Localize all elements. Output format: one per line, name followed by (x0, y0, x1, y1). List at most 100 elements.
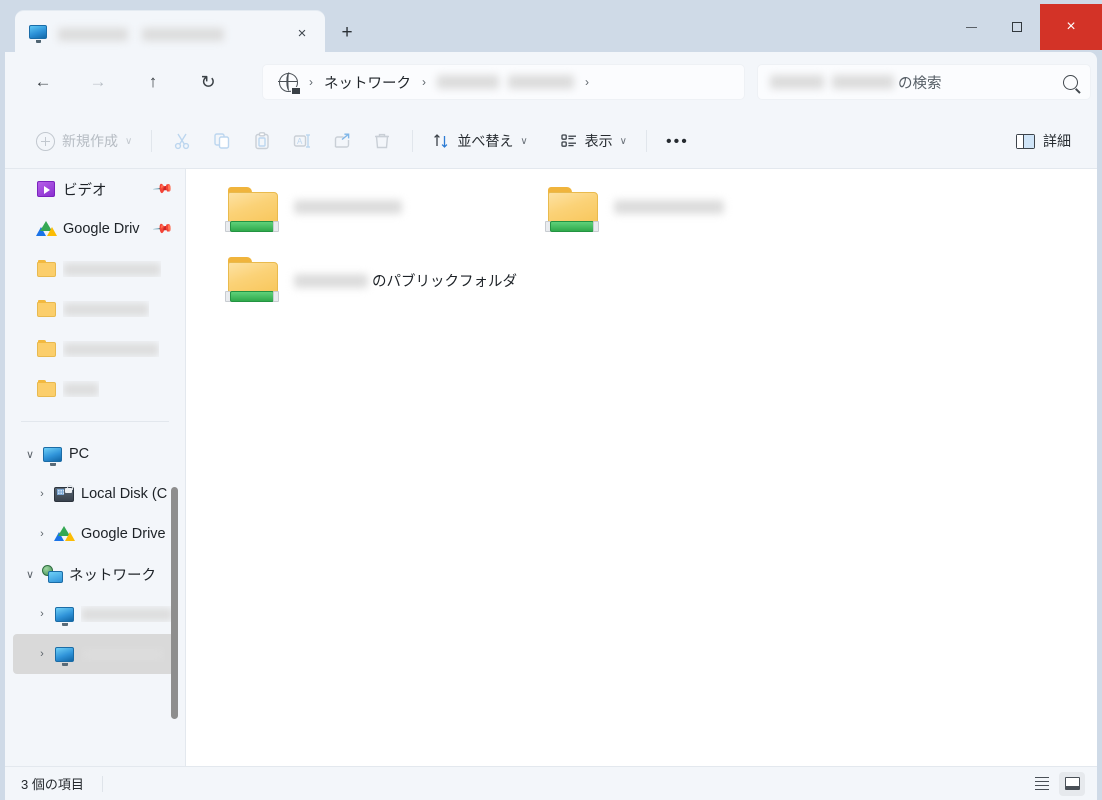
cut-button[interactable] (162, 124, 202, 158)
sidebar-item-google-drive-quick[interactable]: Google Driv 📌 (13, 209, 177, 249)
file-grid: のパブリックフォルダ (225, 179, 1097, 319)
sort-button[interactable]: 並べ替え ∨ (423, 124, 536, 158)
file-explorer-window: × + × ← → ↑ ↻ › ネットワーク › › の検索 新規作成 ∨ A … (0, 0, 1102, 800)
sidebar-item-label: ネットワーク (69, 567, 156, 584)
chevron-down-icon: ∨ (125, 135, 133, 147)
shared-folder-icon (225, 257, 280, 303)
sidebar-item-label: Local Disk (C (81, 486, 168, 502)
minimize-button[interactable] (948, 4, 994, 50)
paste-button[interactable] (242, 124, 282, 158)
search-icon[interactable] (1063, 74, 1078, 90)
file-name-redacted (294, 200, 402, 214)
search-placeholder: の検索 (898, 75, 942, 92)
sidebar-item-label: Google Drive (81, 526, 166, 542)
chevron-down-icon: ∨ (619, 135, 627, 147)
new-button-label: 新規作成 (62, 133, 118, 149)
copy-button[interactable] (202, 124, 242, 158)
sidebar-item-label-redacted (81, 606, 171, 622)
chevron-down-icon: ∨ (520, 135, 528, 147)
file-name-redacted (614, 200, 724, 214)
status-divider (101, 775, 103, 792)
plus-icon (36, 131, 55, 151)
sidebar-item-pc[interactable]: ∨ PC (13, 434, 177, 474)
toolbar-divider-2 (412, 130, 414, 152)
status-bar: 3 個の項目 (5, 766, 1097, 800)
sidebar-item-network-computer-1[interactable]: › (13, 594, 177, 634)
pc-icon (41, 446, 63, 466)
share-button[interactable] (322, 124, 362, 158)
back-button[interactable]: ← (26, 65, 60, 99)
navigation-row: ← → ↑ ↻ › ネットワーク › › の検索 (5, 58, 1097, 106)
rename-button[interactable]: A (282, 124, 322, 158)
view-button[interactable]: 表示 ∨ (551, 124, 636, 158)
folder-icon (35, 299, 57, 317)
sidebar-item-videos[interactable]: ビデオ 📌 (13, 169, 177, 209)
sidebar-item-google-drive[interactable]: › Google Drive (13, 514, 177, 554)
address-bar[interactable]: › ネットワーク › › (262, 64, 745, 100)
up-button[interactable]: ↑ (136, 65, 170, 99)
large-icons-view-icon (1064, 777, 1080, 790)
view-toggle-group (1029, 771, 1085, 796)
sidebar-item-label: Google Driv (63, 221, 140, 237)
file-item[interactable] (225, 179, 546, 249)
chevron-right-icon[interactable]: › (31, 608, 53, 620)
chevron-right-icon[interactable]: › (31, 488, 53, 500)
sidebar-item-local-disk[interactable]: › Local Disk (C (13, 474, 177, 514)
breadcrumb-separator-2: › (422, 75, 426, 89)
google-drive-icon (53, 525, 75, 543)
chevron-down-icon[interactable]: ∨ (19, 568, 41, 581)
sidebar-item-label-redacted (81, 646, 165, 662)
details-button-label: 詳細 (1043, 133, 1071, 149)
maximize-button[interactable] (994, 4, 1040, 50)
file-list-area[interactable]: のパブリックフォルダ (186, 169, 1097, 781)
chevron-right-icon[interactable]: › (31, 528, 53, 540)
forward-button[interactable]: → (81, 65, 115, 99)
main-split: ビデオ 📌 Google Driv 📌 ∨ PC › Local Disk (C… (5, 168, 1097, 781)
list-view-icon (1035, 776, 1049, 791)
file-item[interactable] (545, 179, 866, 249)
refresh-button[interactable]: ↻ (191, 65, 225, 99)
command-toolbar: 新規作成 ∨ A 並べ替え ∨ 表示 ∨ ••• 詳細 (5, 114, 1097, 168)
view-list-button[interactable] (1029, 772, 1055, 796)
sidebar-item-network-computer-2[interactable]: › (13, 634, 177, 674)
sidebar-item-label-redacted (63, 381, 99, 397)
video-icon (35, 181, 57, 197)
tab-monitor-icon (29, 25, 48, 43)
sidebar-scrollbar[interactable] (167, 169, 181, 781)
network-icon (41, 565, 63, 583)
network-globe-icon (278, 72, 301, 95)
breadcrumb-redacted-host[interactable] (437, 75, 499, 89)
browser-tab[interactable]: × (15, 10, 325, 56)
view-icons-button[interactable] (1059, 771, 1085, 796)
close-window-button[interactable]: × (1040, 4, 1102, 50)
sidebar-item-label: ビデオ (63, 182, 107, 199)
scrollbar-thumb[interactable] (171, 487, 178, 719)
nav-list-top: ビデオ 📌 Google Driv 📌 ∨ PC › Local Disk (C… (5, 169, 185, 674)
sidebar-item-redacted-2[interactable] (13, 289, 177, 329)
folder-icon (35, 339, 57, 357)
sidebar-item-redacted-3[interactable] (13, 329, 177, 369)
sidebar-item-network[interactable]: ∨ ネットワーク (13, 554, 177, 594)
sidebar-divider (21, 421, 169, 422)
more-options-button[interactable]: ••• (657, 124, 698, 158)
search-box[interactable]: の検索 (757, 64, 1091, 100)
folder-icon (35, 259, 57, 277)
sidebar-item-redacted-4[interactable] (13, 369, 177, 409)
breadcrumb-network[interactable]: ネットワーク (324, 72, 411, 93)
delete-button[interactable] (362, 124, 402, 158)
close-tab-icon[interactable]: × (287, 19, 317, 49)
sidebar-item-redacted-1[interactable] (13, 249, 177, 289)
file-item[interactable]: のパブリックフォルダ (225, 249, 546, 319)
details-pane-button[interactable]: 詳細 (1006, 124, 1081, 158)
breadcrumb-separator: › (309, 75, 313, 89)
file-name-public-folder: のパブリックフォルダ (294, 270, 517, 291)
file-name-suffix: のパブリックフォルダ (372, 274, 517, 290)
shared-folder-icon (545, 187, 600, 233)
sidebar-item-label-redacted (63, 341, 159, 357)
new-button[interactable]: 新規作成 ∨ (27, 124, 141, 158)
chevron-down-icon[interactable]: ∨ (19, 448, 41, 461)
disk-icon (53, 484, 75, 502)
chevron-right-icon[interactable]: › (31, 648, 53, 660)
tab-title-redacted (58, 26, 287, 42)
new-tab-button[interactable]: + (331, 18, 363, 48)
